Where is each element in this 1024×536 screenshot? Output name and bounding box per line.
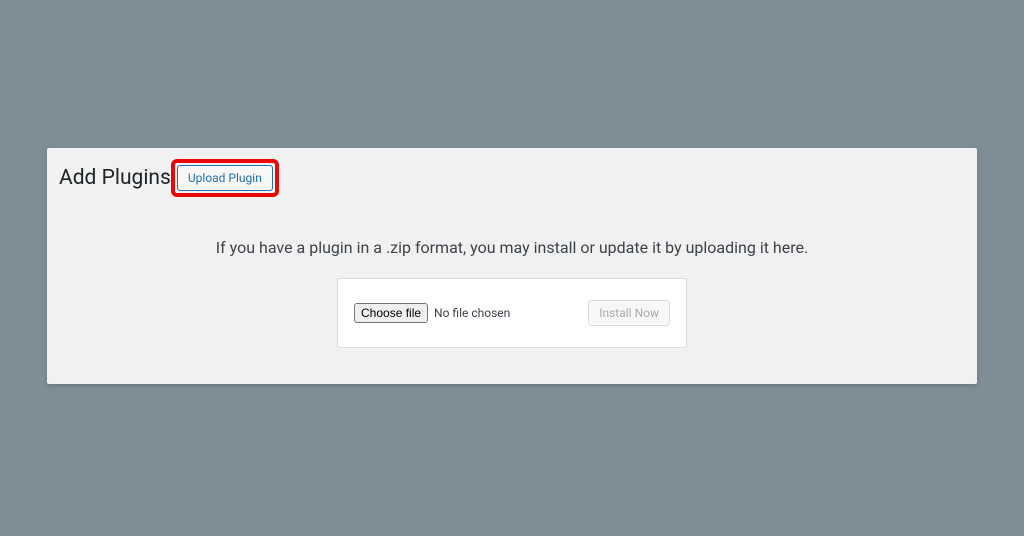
upload-plugin-button[interactable]: Upload Plugin bbox=[177, 165, 273, 191]
choose-file-button[interactable]: Choose file bbox=[354, 303, 428, 323]
upload-instruction-text: If you have a plugin in a .zip format, y… bbox=[47, 238, 977, 257]
panel-header: Add Plugins Upload Plugin bbox=[59, 164, 273, 192]
file-chosen-status: No file chosen bbox=[434, 306, 510, 320]
file-input-group: Choose file No file chosen bbox=[354, 303, 510, 323]
install-now-button[interactable]: Install Now bbox=[588, 300, 670, 326]
upload-form-box: Choose file No file chosen Install Now bbox=[337, 278, 687, 348]
upload-plugin-wrapper: Upload Plugin bbox=[177, 165, 273, 191]
add-plugins-panel: Add Plugins Upload Plugin If you have a … bbox=[47, 148, 977, 384]
page-title: Add Plugins bbox=[59, 164, 171, 192]
